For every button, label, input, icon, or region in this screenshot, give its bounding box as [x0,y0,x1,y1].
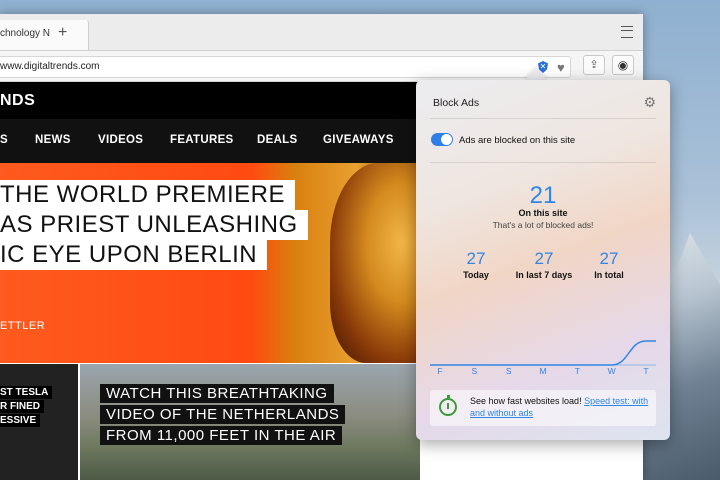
hero-author: ETTLER [0,320,46,332]
speed-test-box: See how fast websites load! Speed test: … [430,390,656,426]
article-card-right[interactable]: WATCH THIS BREATHTAKING VIDEO OF THE NET… [80,364,420,480]
stat-value: 27 [599,249,619,268]
chart-day-label: M [539,366,547,376]
card-headline-line: ESSIVE [0,414,41,427]
url-text: www.digitaltrends.com [0,61,100,72]
chart-series-line [430,340,656,366]
hero-article[interactable]: THE WORLD PREMIERE AS PRIEST UNLEASHING … [0,163,420,363]
card-headline-line: WATCH THIS BREATHTAKING [100,384,334,403]
stopwatch-icon [439,395,457,416]
card-headline-line: VIDEO OF THE NETHERLANDS [100,405,346,424]
hero-headline-line[interactable]: THE WORLD PREMIERE [0,180,296,210]
site-header: NDS [0,82,420,119]
site-logo[interactable]: NDS [0,92,35,110]
chart-day-label: S [471,366,478,376]
card-headline-line: FROM 11,000 FEET IN THE AIR [100,426,343,445]
popover-title: Block Ads [433,97,480,109]
tab-title: chnology N [0,28,51,39]
chart-day-label: S [505,366,512,376]
nav-item-s[interactable]: S [0,134,8,146]
menu-icon[interactable] [621,26,633,38]
stat-label: In total [594,270,624,280]
speed-test-intro: See how fast websites load! [470,396,582,406]
url-field[interactable]: www.digitaltrends.com ✕ ♥ [0,56,571,78]
site-blocked-count: 21 [529,182,557,209]
account-icon[interactable]: ◉ [612,55,634,75]
hero-image [330,163,420,363]
tab-bar: chnology N + [0,14,643,51]
weekly-blocked-chart [430,340,656,366]
card-headline-line: R FINED [0,400,44,413]
toggle-label: Ads are blocked on this site [459,135,576,146]
new-tab-icon[interactable]: + [58,24,67,42]
site-nav: S NEWS VIDEOS FEATURES DEALS GIVEAWAYS [0,119,420,163]
nav-item-videos[interactable]: VIDEOS [98,134,143,146]
site-blocked-label: On this site [518,208,568,218]
card-headline-line: ST TESLA [0,386,53,399]
speed-test-text: See how fast websites load! Speed test: … [470,395,650,419]
address-bar: www.digitaltrends.com ✕ ♥ ⇪ ◉ [0,51,643,82]
site-blocked-note: That's a lot of blocked ads! [492,220,594,230]
divider [430,118,656,119]
nav-item-features[interactable]: FEATURES [170,134,234,146]
browser-tab[interactable]: chnology N [0,20,89,50]
heart-icon[interactable]: ♥ [557,58,565,78]
chart-day-label: T [643,366,649,376]
block-ads-popover: Block Ads ⚙ Ads are blocked on this site… [416,80,670,440]
chart-day-label: W [607,366,616,376]
nav-item-news[interactable]: NEWS [35,134,71,146]
article-card-left[interactable]: ST TESLA R FINED ESSIVE [0,364,78,480]
hero-headline-line[interactable]: AS PRIEST UNLEASHING [0,210,308,240]
nav-item-giveaways[interactable]: GIVEAWAYS [323,134,394,146]
hero-headline-line[interactable]: IC EYE UPON BERLIN [0,240,268,270]
divider [430,162,656,163]
stat-total: 27 In total [569,249,649,280]
block-ads-toggle[interactable] [431,133,453,146]
share-icon[interactable]: ⇪ [583,55,605,75]
gear-icon[interactable]: ⚙ [643,94,656,111]
nav-item-deals[interactable]: DEALS [257,134,297,146]
chart-day-label: T [574,366,580,376]
chart-day-label: F [437,366,443,376]
